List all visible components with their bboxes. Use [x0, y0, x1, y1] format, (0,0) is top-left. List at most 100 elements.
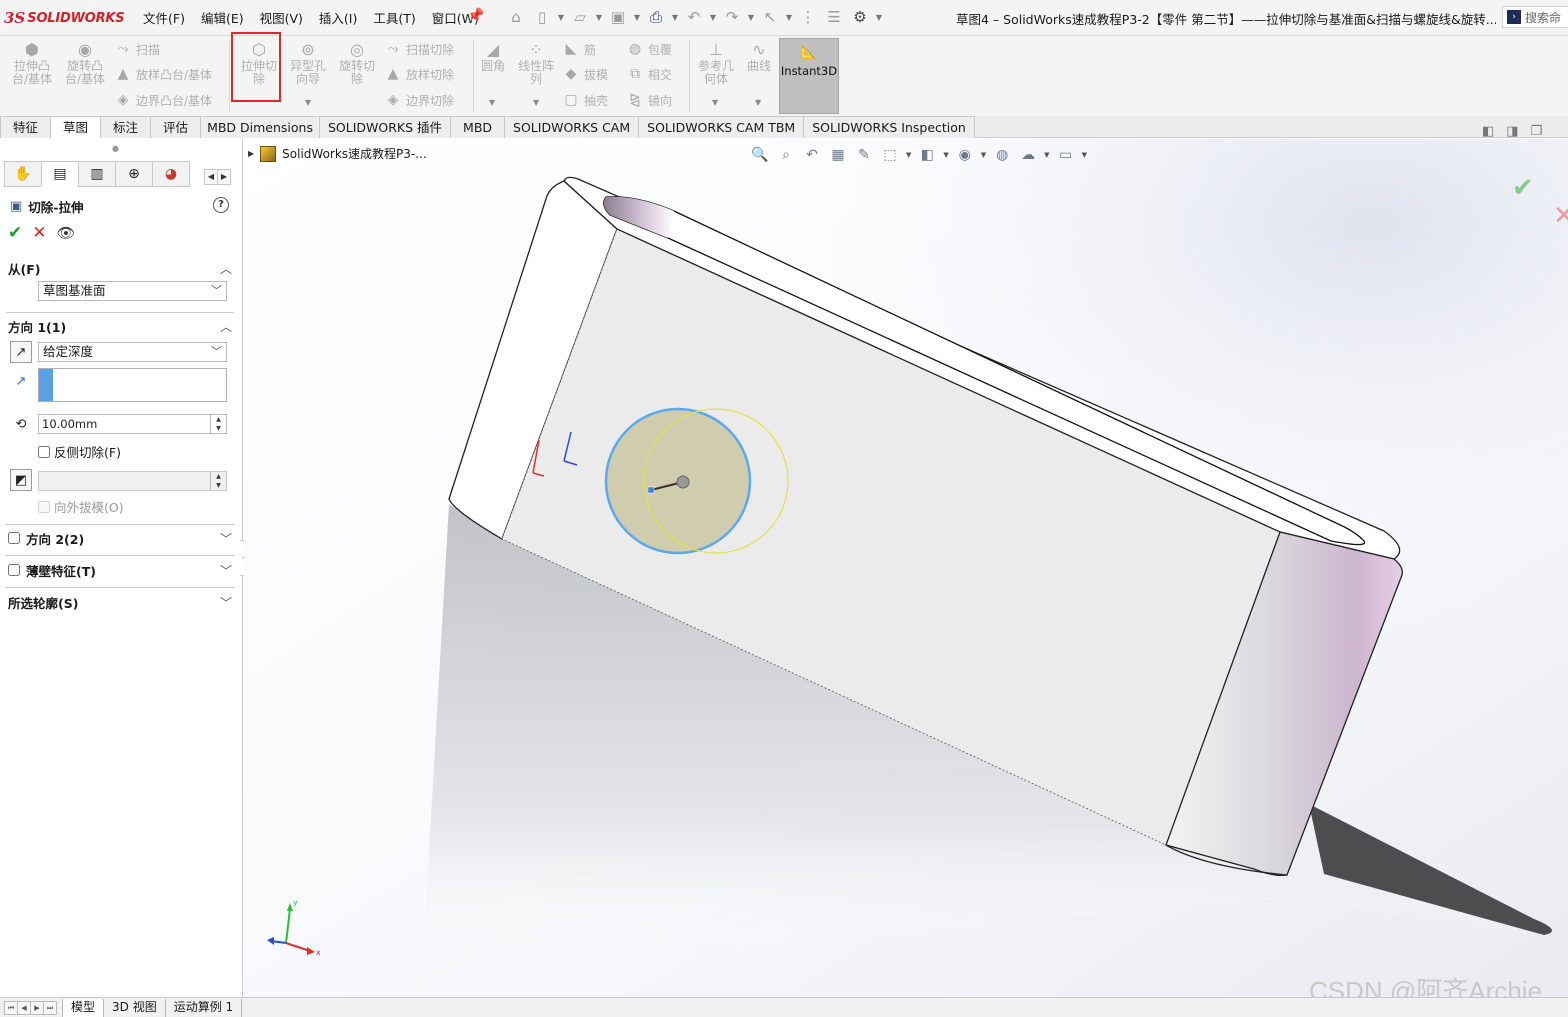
flip-side-checkbox[interactable] [38, 445, 50, 458]
rib-button[interactable]: ◣ 筋 [562, 38, 596, 60]
ok-icon[interactable]: ✔ [8, 223, 22, 243]
fillet-button[interactable]: ◢ 圆角 [469, 40, 517, 96]
print-icon[interactable]: ⎙ [645, 6, 667, 28]
draft-on-off-icon[interactable]: ◩ [10, 469, 32, 491]
file-properties-icon[interactable]: ☰ [823, 6, 845, 28]
expand-triangle-icon[interactable]: ▶ [248, 149, 254, 158]
last-tab-icon[interactable]: ⏭ [43, 1000, 57, 1015]
menu-file[interactable]: 文件(F) [135, 9, 193, 29]
tab-model[interactable]: 模型 [62, 998, 105, 1017]
view-settings-icon[interactable]: ▭ [1056, 145, 1076, 165]
chevron-down-icon[interactable]: ▼ [943, 151, 948, 159]
edit-appearance-icon[interactable]: ◍ [992, 145, 1012, 165]
chevron-down-icon[interactable]: ▼ [747, 13, 755, 22]
feature-tree-flyout[interactable]: ▶ SolidWorks速成教程P3-... [248, 145, 427, 162]
tab-motion-study[interactable]: 运动算例 1 [166, 998, 243, 1017]
chevron-down-icon[interactable]: ▼ [489, 98, 495, 107]
loft-button[interactable]: ▲ 放样凸台/基体 [114, 63, 212, 85]
revolve-cut-button[interactable]: ◎ 旋转切 除 [333, 40, 381, 96]
tab-annotation[interactable]: 标注 [101, 116, 152, 138]
instant3d-toggle[interactable]: 📐 Instant3D [779, 38, 839, 114]
options-gear-icon[interactable]: ⚙ [849, 6, 871, 28]
tab-solidworks-cam-tbm[interactable]: SOLIDWORKS CAM TBM [639, 116, 805, 138]
tab-features[interactable]: 特征 [0, 116, 52, 138]
chevron-down-icon[interactable]: ▼ [1044, 151, 1049, 159]
pin-menu-icon[interactable]: 📌 [467, 8, 484, 24]
save-icon[interactable]: ▣ [607, 6, 629, 28]
menu-tools[interactable]: 工具(T) [365, 9, 423, 29]
section-from[interactable]: 从(F) ︿ [8, 259, 234, 277]
first-tab-icon[interactable]: ⏮ [4, 1000, 18, 1015]
restore-window-icon[interactable]: ❐ [1531, 124, 1543, 139]
chevron-down-icon[interactable]: ▼ [557, 13, 565, 22]
apply-scene-icon[interactable]: ☁ [1018, 145, 1038, 165]
preview-eye-icon[interactable]: 👁 [57, 224, 76, 242]
new-file-icon[interactable]: ▯ [531, 6, 553, 28]
boundary-boss-button[interactable]: ◈ 边界凸台/基体 [114, 89, 212, 111]
display-manager-tab-icon[interactable]: ◕ [152, 161, 190, 187]
extrude-boss-button[interactable]: ⬢ 拉伸凸 台/基体 [8, 40, 56, 96]
end-condition-select[interactable]: 给定深度 ﹀ [38, 342, 227, 362]
open-folder-icon[interactable]: ▱ [569, 6, 591, 28]
search-commands[interactable]: › 搜索命 [1502, 6, 1568, 28]
confirm-cancel-icon[interactable]: ✕ [1553, 201, 1568, 231]
previous-view-icon[interactable]: ↶ [802, 145, 822, 165]
section-view-icon[interactable]: ▦ [828, 145, 848, 165]
chevron-down-icon[interactable]: ▼ [712, 98, 718, 107]
loft-cut-button[interactable]: ▲ 放样切除 [384, 63, 454, 85]
chevron-down-icon[interactable]: ▼ [671, 13, 679, 22]
section-thin-feature[interactable]: 薄壁特征(T) ﹀ [8, 561, 234, 579]
tab-solidworks-cam[interactable]: SOLIDWORKS CAM [505, 116, 640, 138]
chevron-down-icon[interactable]: ▼ [755, 98, 761, 107]
tab-mbd[interactable]: MBD [451, 116, 506, 138]
scroll-right-icon[interactable]: ▶ [217, 169, 231, 185]
hide-show-items-icon[interactable]: ◉ [955, 145, 975, 165]
menu-insert[interactable]: 插入(I) [311, 9, 365, 29]
intersect-button[interactable]: ⧉ 相交 [626, 63, 672, 85]
flip-side-to-cut[interactable]: 反侧切除(F) [38, 442, 121, 461]
select-arrow-icon[interactable]: ↖ [759, 6, 781, 28]
section-direction-1[interactable]: 方向 1(1) ︿ [8, 317, 234, 335]
collapse-right-icon[interactable]: ◨ [1506, 124, 1518, 139]
chevron-down-icon[interactable]: ▼ [533, 98, 539, 107]
radius-handle[interactable] [676, 475, 690, 489]
section-selected-contours[interactable]: 所选轮廓(S) ﹀ [8, 593, 234, 611]
graphics-area[interactable]: ▶ SolidWorks速成教程P3-... 🔍 ⌕ ↶ ▦ ✎ ⬚ ▼ ◧ ▼ ◉… [244, 139, 1568, 997]
direction-selection-box[interactable] [38, 368, 227, 402]
help-icon[interactable]: ? [213, 197, 229, 213]
reference-geometry-button[interactable]: ⊥ 参考几 何体 [692, 40, 740, 96]
scroll-left-icon[interactable]: ◀ [204, 169, 218, 185]
next-tab-icon[interactable]: ▶ [30, 1000, 44, 1015]
home-icon[interactable]: ⌂ [505, 6, 527, 28]
tab-evaluate[interactable]: 评估 [151, 116, 202, 138]
confirm-ok-icon[interactable]: ✔ [1512, 173, 1534, 203]
chevron-down-icon[interactable]: ▼ [875, 13, 883, 22]
draft-button[interactable]: ◆ 拔模 [562, 63, 608, 85]
display-style-icon[interactable]: ◧ [917, 145, 937, 165]
depth-input[interactable]: 10.00mm ▲ ▼ [38, 414, 227, 434]
chevron-up-icon[interactable]: ︿ [220, 260, 232, 277]
prev-tab-icon[interactable]: ◀ [17, 1000, 31, 1015]
cancel-icon[interactable]: ✕ [32, 223, 46, 243]
chevron-down-icon[interactable]: ﹀ [220, 530, 232, 547]
chevron-down-icon[interactable]: ﹀ [220, 594, 232, 611]
chevron-down-icon[interactable]: ﹀ [220, 562, 232, 579]
chevron-down-icon[interactable]: ▼ [1082, 151, 1087, 159]
chevron-down-icon[interactable]: ▼ [906, 151, 911, 159]
dimxpert-manager-tab-icon[interactable]: ⊕ [115, 161, 153, 187]
wrap-button[interactable]: ◍ 包覆 [626, 38, 672, 60]
undo-icon[interactable]: ↶ [683, 6, 705, 28]
property-manager-tab-icon[interactable]: ▤ [41, 161, 79, 187]
chevron-down-icon[interactable]: ▼ [305, 98, 311, 107]
chevron-down-icon[interactable]: ▼ [981, 151, 986, 159]
from-select[interactable]: 草图基准面 ﹀ [38, 281, 227, 301]
zoom-to-area-icon[interactable]: ⌕ [776, 145, 796, 165]
linear-pattern-button[interactable]: ⁘ 线性阵 列 [512, 40, 560, 96]
tab-sketch[interactable]: 草图 [51, 116, 102, 138]
traffic-light-icon[interactable]: ⋮ [797, 6, 819, 28]
zoom-to-fit-icon[interactable]: 🔍 [750, 145, 770, 165]
tab-solidworks-inspection[interactable]: SOLIDWORKS Inspection [804, 116, 975, 138]
chevron-down-icon[interactable]: ▼ [595, 13, 603, 22]
dynamic-annotation-icon[interactable]: ✎ [854, 145, 874, 165]
hole-wizard-button[interactable]: ⊚ 异型孔 向导 [284, 40, 332, 96]
